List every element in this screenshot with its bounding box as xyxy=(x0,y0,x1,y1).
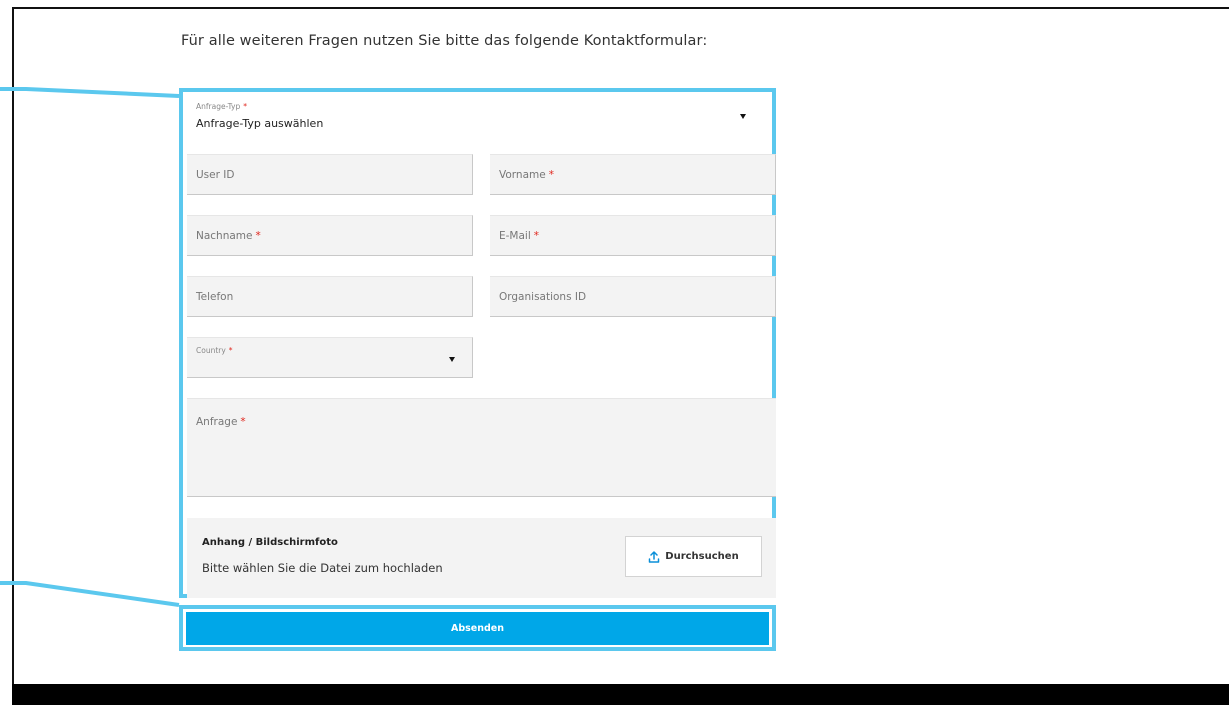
phone-placeholder: Telefon xyxy=(196,291,234,303)
org-id-placeholder: Organisations ID xyxy=(499,291,587,303)
caret-down-icon xyxy=(449,357,455,362)
required-marker: * xyxy=(228,346,233,355)
country-select[interactable]: Country * xyxy=(187,337,473,378)
intro-text: Für alle weiteren Fragen nutzen Sie bitt… xyxy=(181,33,708,49)
browse-label: Durchsuchen xyxy=(665,551,739,562)
contact-form: Anfrage-Typ * Anfrage-Typ auswählen User … xyxy=(179,88,776,598)
required-marker: * xyxy=(243,102,247,111)
required-marker: * xyxy=(240,416,246,428)
user-id-placeholder: User ID xyxy=(196,169,235,181)
submit-button[interactable]: Absenden xyxy=(186,612,769,645)
first-name-field[interactable]: Vorname * xyxy=(490,154,776,195)
request-type-value: Anfrage-Typ auswählen xyxy=(196,117,324,130)
last-name-field[interactable]: Nachname * xyxy=(187,215,473,256)
first-name-placeholder: Vorname * xyxy=(499,169,554,181)
request-type-label: Anfrage-Typ * xyxy=(196,102,247,111)
browse-button[interactable]: Durchsuchen xyxy=(625,536,762,577)
last-name-placeholder: Nachname * xyxy=(196,230,261,242)
required-marker: * xyxy=(255,230,261,242)
user-id-field[interactable]: User ID xyxy=(187,154,473,195)
request-textarea[interactable]: Anfrage * xyxy=(187,398,776,497)
upload-icon xyxy=(649,550,660,563)
required-marker: * xyxy=(548,169,554,181)
email-placeholder: E-Mail * xyxy=(499,230,540,242)
org-id-field[interactable]: Organisations ID xyxy=(490,276,776,317)
footer-bar xyxy=(12,684,1229,705)
attachment-title: Anhang / Bildschirmfoto xyxy=(202,537,338,548)
country-label: Country * xyxy=(196,346,233,355)
submit-highlight: Absenden xyxy=(179,605,776,651)
required-marker: * xyxy=(533,230,540,242)
request-type-select[interactable]: Anfrage-Typ * Anfrage-Typ auswählen xyxy=(187,96,768,136)
email-field[interactable]: E-Mail * xyxy=(490,215,776,256)
caret-down-icon xyxy=(740,114,746,119)
attachment-hint: Bitte wählen Sie die Datei zum hochladen xyxy=(202,561,443,575)
request-placeholder: Anfrage * xyxy=(196,416,246,428)
phone-field[interactable]: Telefon xyxy=(187,276,473,317)
attachment-section: Anhang / Bildschirmfoto Bitte wählen Sie… xyxy=(187,518,776,598)
